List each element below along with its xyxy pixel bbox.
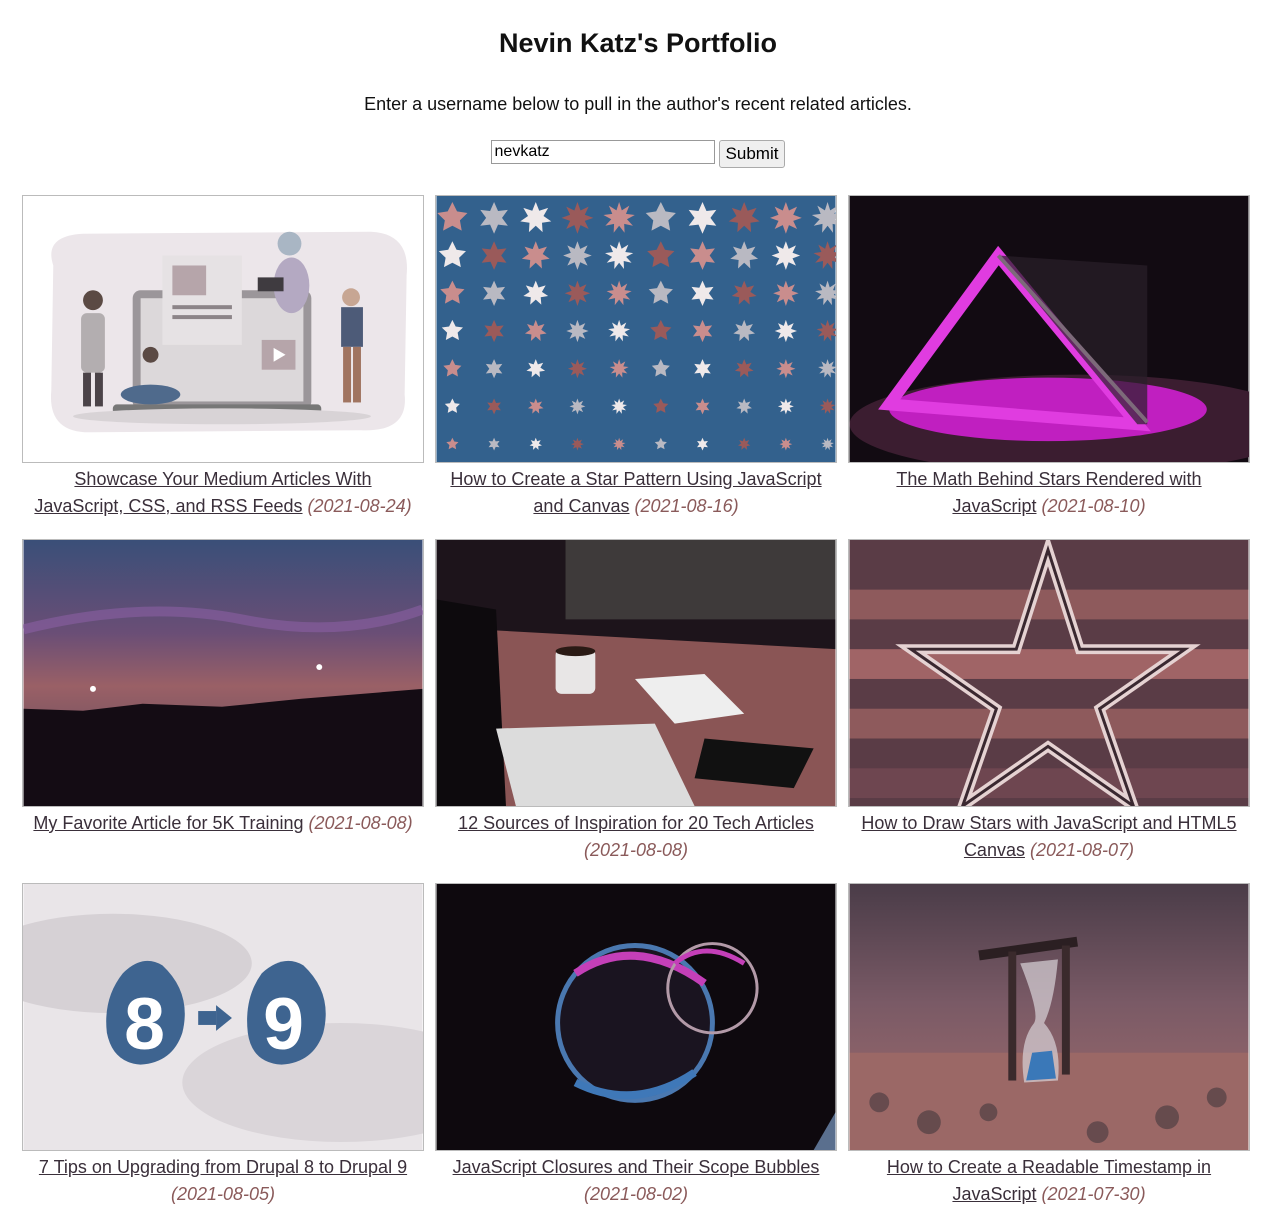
star-shape	[777, 398, 794, 415]
star-shape	[771, 241, 801, 270]
article-grid: Showcase Your Medium Articles With JavaS…	[22, 195, 1250, 1227]
article-card: The Math Behind Stars Rendered with Java…	[848, 195, 1250, 539]
article-date: (2021-08-02)	[583, 1184, 689, 1204]
article-card: 8 9 7 Tips on Upgrading from Drupal 8 to…	[22, 883, 424, 1227]
article-date: (2021-07-30)	[1041, 1184, 1146, 1204]
article-caption: My Favorite Article for 5K Training (202…	[22, 810, 424, 837]
article-title-link[interactable]: 7 Tips on Upgrading from Drupal 8 to Dru…	[39, 1157, 407, 1177]
star-shape	[566, 319, 589, 343]
article-date: (2021-08-24)	[307, 496, 412, 516]
star-shape	[571, 437, 584, 451]
article-date: (2021-08-08)	[308, 813, 413, 833]
drupal-upgrade-image: 8 9	[23, 884, 423, 1150]
article-title-link[interactable]: My Favorite Article for 5K Training	[33, 813, 303, 833]
sunset-sky-image	[23, 540, 423, 806]
illustration-image	[23, 196, 423, 462]
article-date: (2021-08-05)	[170, 1184, 276, 1204]
star-shape	[561, 201, 594, 234]
star-shape	[564, 280, 591, 306]
star-shape	[563, 241, 592, 270]
article-date: (2021-08-10)	[1041, 496, 1146, 516]
article-title-link[interactable]: 12 Sources of Inspiration for 20 Tech Ar…	[458, 813, 814, 833]
article-card: How to Create a Readable Timestamp in Ja…	[848, 883, 1250, 1227]
laptop-desk-image	[436, 540, 836, 806]
article-caption: How to Create a Readable Timestamp in Ja…	[848, 1154, 1250, 1208]
star-shape	[567, 359, 587, 379]
article-date: (2021-08-07)	[1029, 840, 1135, 860]
article-thumbnail[interactable]	[848, 883, 1250, 1151]
star-shape	[773, 280, 799, 306]
article-thumbnail[interactable]	[848, 539, 1250, 807]
article-title-link[interactable]: JavaScript Closures and Their Scope Bubb…	[453, 1157, 820, 1177]
article-caption: Showcase Your Medium Articles With JavaS…	[22, 466, 424, 520]
article-date: (2021-08-16)	[634, 496, 739, 516]
article-date: (2021-08-08)	[583, 840, 689, 860]
hourglass-image	[849, 884, 1249, 1150]
drupal-9-logo-text: 9	[263, 983, 304, 1065]
star-shape	[769, 201, 802, 234]
soap-bubbles-image	[436, 884, 836, 1150]
article-caption: JavaScript Closures and Their Scope Bubb…	[435, 1154, 837, 1208]
article-thumbnail[interactable]	[22, 195, 424, 463]
article-card: How to Create a Star Pattern Using JavaS…	[435, 195, 837, 539]
article-thumbnail[interactable]	[435, 539, 837, 807]
article-card: My Favorite Article for 5K Training (202…	[22, 539, 424, 883]
username-input[interactable]	[490, 140, 715, 164]
article-card: 12 Sources of Inspiration for 20 Tech Ar…	[435, 539, 837, 883]
star-shape	[779, 437, 793, 451]
submit-button[interactable]: Submit	[718, 140, 786, 168]
article-thumbnail[interactable]	[435, 195, 837, 463]
article-thumbnail[interactable]	[435, 883, 837, 1151]
article-thumbnail[interactable]: 8 9	[22, 883, 424, 1151]
article-thumbnail[interactable]	[22, 539, 424, 807]
intro-text: Enter a username below to pull in the au…	[364, 94, 912, 114]
username-form: Submit	[0, 140, 1276, 168]
drupal-8-logo-text: 8	[124, 983, 165, 1065]
star-pattern-image	[436, 196, 836, 462]
article-caption: How to Draw Stars with JavaScript and HT…	[848, 810, 1250, 864]
article-caption: 12 Sources of Inspiration for 20 Tech Ar…	[435, 810, 837, 864]
article-card: Showcase Your Medium Articles With JavaS…	[22, 195, 424, 539]
article-card: How to Draw Stars with JavaScript and HT…	[848, 539, 1250, 883]
article-thumbnail[interactable]	[848, 195, 1250, 463]
glowing-triangle-image	[849, 196, 1249, 462]
wooden-star-image	[849, 540, 1249, 806]
article-caption: The Math Behind Stars Rendered with Java…	[848, 466, 1250, 520]
article-card: JavaScript Closures and Their Scope Bubb…	[435, 883, 837, 1227]
star-shape	[569, 398, 586, 415]
star-shape	[776, 359, 796, 379]
star-shape	[774, 319, 797, 343]
article-caption: 7 Tips on Upgrading from Drupal 8 to Dru…	[22, 1154, 424, 1208]
page-title: Nevin Katz's Portfolio	[499, 28, 777, 58]
article-caption: How to Create a Star Pattern Using JavaS…	[435, 466, 837, 520]
